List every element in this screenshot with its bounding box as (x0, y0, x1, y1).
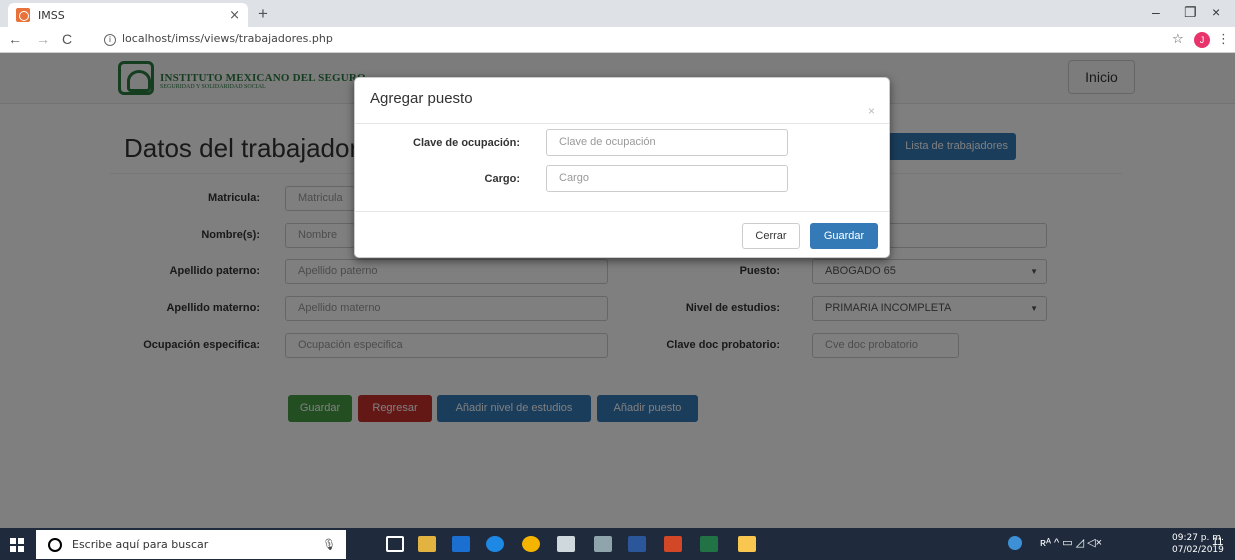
minimize-icon[interactable]: – (1152, 4, 1160, 20)
url-text: localhost/imss/views/trabajadores.php (122, 32, 333, 45)
clave-ocupacion-input[interactable]: Clave de ocupación (546, 129, 788, 156)
cortana-ring-icon (48, 537, 62, 552)
agregar-puesto-modal: Agregar puesto × Clave de ocupación: Cla… (354, 77, 890, 258)
window-close-icon[interactable]: × (1212, 4, 1220, 20)
app-icon[interactable] (557, 536, 575, 552)
modal-close-icon[interactable]: × (868, 104, 875, 118)
excel-icon[interactable] (700, 536, 718, 552)
modal-footer-divider (355, 211, 889, 212)
task-view-icon[interactable] (386, 536, 404, 552)
cargo-input[interactable]: Cargo (546, 165, 788, 192)
bookmark-star-icon[interactable]: ☆ (1172, 31, 1184, 47)
windows-taskbar: Escribe aquí para buscar 🎙 ʀᴬ ^ ▭ ◿ ◁× 0… (0, 528, 1235, 560)
modal-title: Agregar puesto (370, 90, 473, 107)
browser-tab[interactable]: IMSS × (8, 3, 248, 27)
url-field[interactable]: i localhost/imss/views/trabajadores.php (104, 32, 333, 46)
profile-avatar[interactable]: J (1194, 32, 1210, 48)
app-icon[interactable] (738, 536, 756, 552)
dropbox-icon[interactable] (452, 536, 470, 552)
clave-ocupacion-label: Clave de ocupación: (413, 137, 520, 149)
edge-icon[interactable] (486, 536, 504, 552)
maximize-icon[interactable]: ❐ (1184, 4, 1197, 21)
help-icon[interactable] (1008, 536, 1022, 550)
cerrar-button[interactable]: Cerrar (742, 223, 800, 249)
tool-icon[interactable] (594, 536, 612, 552)
chrome-icon[interactable] (522, 536, 540, 552)
browser-tab-bar: IMSS × + – ❐ × (0, 0, 1235, 27)
modal-header-divider (355, 123, 889, 124)
imss-favicon-icon (16, 8, 30, 22)
tab-title: IMSS (38, 8, 65, 22)
cargo-label: Cargo: (484, 173, 520, 185)
word-icon[interactable] (628, 536, 646, 552)
notifications-icon[interactable]: 11 (1212, 536, 1223, 548)
modal-guardar-button[interactable]: Guardar (810, 223, 878, 249)
search-placeholder: Escribe aquí para buscar (72, 538, 209, 551)
info-icon[interactable]: i (104, 34, 116, 46)
tab-close-icon[interactable]: × (229, 8, 240, 23)
reload-icon[interactable]: C (62, 31, 72, 47)
windows-start-icon[interactable] (10, 538, 24, 552)
microphone-icon[interactable]: 🎙 (322, 538, 336, 551)
taskbar-search[interactable]: Escribe aquí para buscar 🎙 (36, 530, 346, 559)
menu-kebab-icon[interactable]: ⋮ (1217, 31, 1230, 47)
forward-arrow-icon[interactable]: → (36, 31, 50, 47)
back-arrow-icon[interactable]: ← (8, 31, 22, 47)
new-tab-button[interactable]: + (258, 4, 268, 24)
powerpoint-icon[interactable] (664, 536, 682, 552)
tray-icons[interactable]: ʀᴬ ^ ▭ ◿ ◁× (1040, 536, 1102, 549)
address-bar: ← → C i localhost/imss/views/trabajadores… (0, 27, 1235, 53)
file-explorer-icon[interactable] (418, 536, 436, 552)
